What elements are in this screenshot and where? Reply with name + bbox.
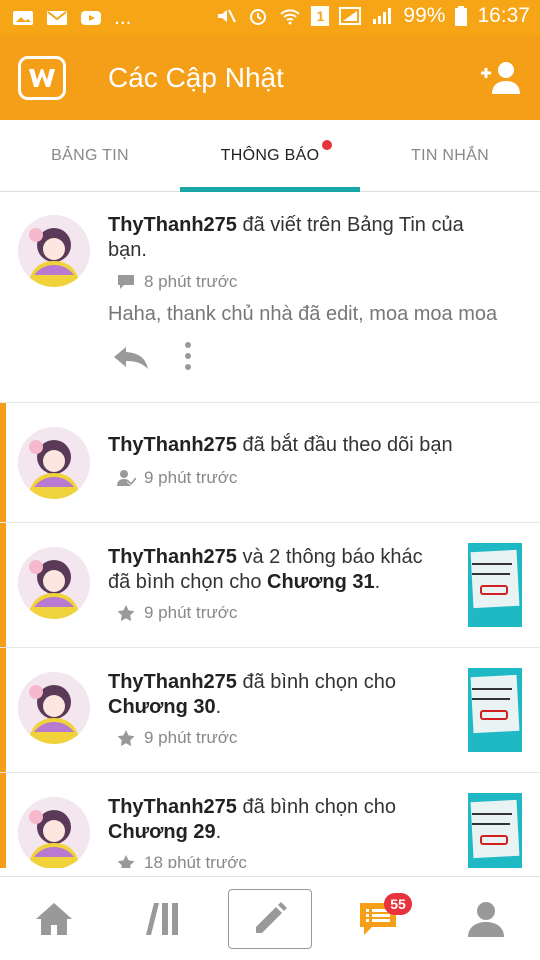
username[interactable]: ThyThanh275 [108, 434, 237, 456]
list-item[interactable]: ThyThanh275 đã bình chọn cho Chương 29. … [0, 773, 540, 868]
tab-label: THÔNG BÁO [220, 147, 320, 164]
tab-bar: BẢNG TIN THÔNG BÁO TIN NHẮN [0, 120, 540, 192]
clock: 16:37 [477, 4, 530, 27]
time-text: 9 phút trước [144, 468, 238, 487]
status-bar: ... 1 99% 16:37 [0, 0, 540, 36]
username[interactable]: ThyThanh275 [108, 214, 237, 236]
tab-label: TIN NHẮN [411, 147, 489, 164]
tab-indicator [180, 187, 360, 192]
notification-text: ThyThanh275 đã viết trên Bảng Tin của bạ… [108, 213, 508, 263]
battery-level: 99% [403, 4, 446, 27]
nav-home[interactable] [12, 889, 96, 949]
mute-icon [218, 9, 237, 23]
message: đã bình chọn cho [236, 671, 396, 693]
chapter-link[interactable]: Chương 30 [108, 696, 216, 718]
message: đã bình chọn cho [236, 796, 396, 818]
time-text: 9 phút trước [144, 728, 238, 747]
tab-bang-tin[interactable]: BẢNG TIN [0, 120, 180, 192]
tab-tin-nhan[interactable]: TIN NHẮN [360, 120, 540, 192]
write-icon [256, 902, 287, 933]
unread-dot [322, 140, 332, 150]
notification-text: ThyThanh275 và 2 thông báo khác đã bình … [108, 545, 448, 595]
username[interactable]: ThyThanh275 [108, 546, 237, 568]
time-text: 8 phút trước [144, 272, 238, 291]
timestamp: 9 phút trước [116, 603, 237, 623]
mail-icon [47, 11, 67, 25]
comment-icon [118, 275, 134, 289]
signal-icon [373, 8, 392, 24]
bottom-nav: 55 [0, 876, 540, 960]
nav-profile[interactable] [444, 889, 528, 949]
reply-icon[interactable] [112, 345, 150, 371]
message-end: . [215, 821, 222, 843]
nav-write[interactable] [228, 889, 312, 949]
story-cover[interactable] [468, 793, 522, 868]
star-icon [117, 855, 135, 868]
notification-text: ThyThanh275 đã bình chọn cho Chương 29. [108, 795, 448, 845]
message-end: . [215, 696, 222, 718]
avatar[interactable] [18, 427, 90, 499]
timestamp: 9 phút trước [116, 728, 237, 748]
photo-icon [13, 11, 33, 25]
avatar[interactable] [18, 547, 90, 619]
star-icon [117, 730, 135, 747]
notification-text: ThyThanh275 đã bình chọn cho Chương 30. [108, 670, 448, 720]
list-item[interactable]: ThyThanh275 đã bắt đầu theo dõi bạn 9 ph… [0, 403, 540, 523]
youtube-icon [81, 11, 101, 25]
list-item[interactable]: ThyThanh275 đã bình chọn cho Chương 30. … [0, 648, 540, 773]
username[interactable]: ThyThanh275 [108, 671, 237, 693]
more-icon[interactable] [182, 341, 194, 371]
timestamp: 18 phút trước [116, 853, 247, 868]
signal-icon [339, 7, 362, 25]
tab-label: BẢNG TIN [51, 147, 129, 164]
comment-preview: Haha, thank chủ nhà đã edit, moa moa moa [108, 303, 498, 325]
page-title: Các Cập Nhật [108, 62, 284, 93]
sim-icon: 1 [311, 6, 330, 26]
avatar[interactable] [18, 797, 90, 868]
username[interactable]: ThyThanh275 [108, 796, 237, 818]
follow-icon [117, 470, 136, 487]
app-bar: Các Cập Nhật [0, 36, 540, 120]
avatar[interactable] [18, 215, 90, 287]
story-cover[interactable] [468, 543, 522, 627]
notification-list[interactable]: ThyThanh275 đã viết trên Bảng Tin của bạ… [0, 193, 540, 868]
alarm-icon [250, 9, 267, 25]
list-item[interactable]: ThyThanh275 đã viết trên Bảng Tin của bạ… [0, 193, 540, 403]
chapter-link[interactable]: Chương 29 [108, 821, 216, 843]
status-ellipsis: ... [114, 6, 132, 29]
notification-text: ThyThanh275 đã bắt đầu theo dõi bạn [108, 433, 518, 458]
avatar[interactable] [18, 672, 90, 744]
battery-icon [455, 6, 468, 26]
time-text: 9 phút trước [144, 603, 238, 622]
list-item[interactable]: ThyThanh275 và 2 thông báo khác đã bình … [0, 523, 540, 648]
tab-thong-bao[interactable]: THÔNG BÁO [180, 120, 360, 192]
wifi-icon [280, 9, 301, 25]
home-icon [36, 903, 72, 935]
profile-icon [468, 902, 504, 937]
library-icon [146, 903, 178, 935]
message-end: . [374, 571, 381, 593]
message: đã bắt đầu theo dõi bạn [236, 434, 453, 456]
star-icon [117, 605, 135, 622]
nav-library[interactable] [120, 889, 204, 949]
notification-badge: 55 [384, 893, 412, 915]
story-cover[interactable] [468, 668, 522, 752]
timestamp: 9 phút trước [116, 468, 237, 488]
wattpad-logo[interactable] [18, 56, 66, 100]
time-text: 18 phút trước [144, 853, 247, 868]
add-user-icon[interactable] [478, 60, 522, 96]
timestamp: 8 phút trước [116, 272, 237, 292]
chapter-link[interactable]: Chương 31 [267, 571, 375, 593]
